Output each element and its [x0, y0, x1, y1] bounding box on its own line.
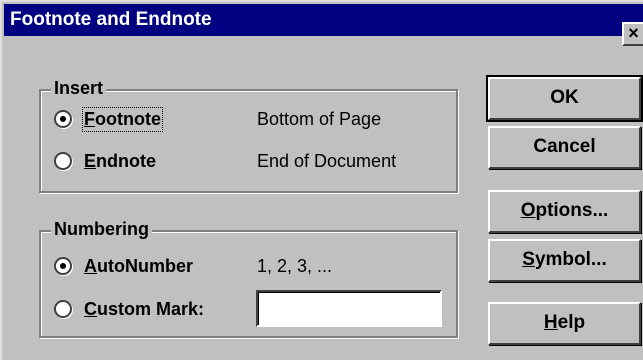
title-bar: Footnote and Endnote — [4, 4, 643, 36]
cancel-button-label: Cancel — [533, 136, 596, 157]
close-button[interactable]: × — [622, 22, 643, 46]
ok-button[interactable]: OK — [486, 75, 643, 122]
endnote-radio[interactable] — [54, 152, 72, 170]
custom-mark-input[interactable] — [256, 290, 442, 327]
footnote-option[interactable]: Footnote — [54, 106, 163, 132]
autonumber-description: 1, 2, 3, ... — [257, 256, 333, 276]
help-button-label: Help — [543, 312, 586, 333]
footnote-endnote-dialog: Footnote and Endnote × Insert Footnote B… — [0, 0, 643, 360]
endnote-option[interactable]: Endnote — [54, 148, 156, 174]
cancel-button[interactable]: Cancel — [488, 126, 641, 169]
footnote-label: Footnote — [82, 106, 163, 132]
numbering-group-title: Numbering — [51, 218, 153, 240]
custom-mark-radio[interactable] — [54, 300, 72, 318]
symbol-button-label: Symbol... — [522, 249, 607, 270]
options-button[interactable]: Options... — [488, 190, 641, 233]
footnote-description: Bottom of Page — [257, 109, 382, 129]
footnote-radio[interactable] — [54, 110, 72, 128]
help-button[interactable]: Help — [488, 302, 641, 345]
insert-group: Insert — [39, 77, 458, 193]
custom-mark-option[interactable]: Custom Mark: — [54, 296, 204, 322]
close-icon: × — [628, 23, 639, 43]
insert-group-title: Insert — [51, 77, 107, 99]
symbol-button[interactable]: Symbol... — [488, 239, 641, 282]
dialog-title: Footnote and Endnote — [10, 9, 212, 30]
autonumber-option[interactable]: AutoNumber — [54, 253, 193, 279]
endnote-label: Endnote — [84, 150, 157, 171]
options-button-label: Options... — [520, 200, 609, 221]
custom-mark-label: Custom Mark: — [84, 298, 205, 319]
ok-button-label: OK — [550, 87, 579, 108]
autonumber-label: AutoNumber — [84, 255, 193, 276]
autonumber-radio[interactable] — [54, 257, 72, 275]
endnote-description: End of Document — [257, 151, 397, 171]
